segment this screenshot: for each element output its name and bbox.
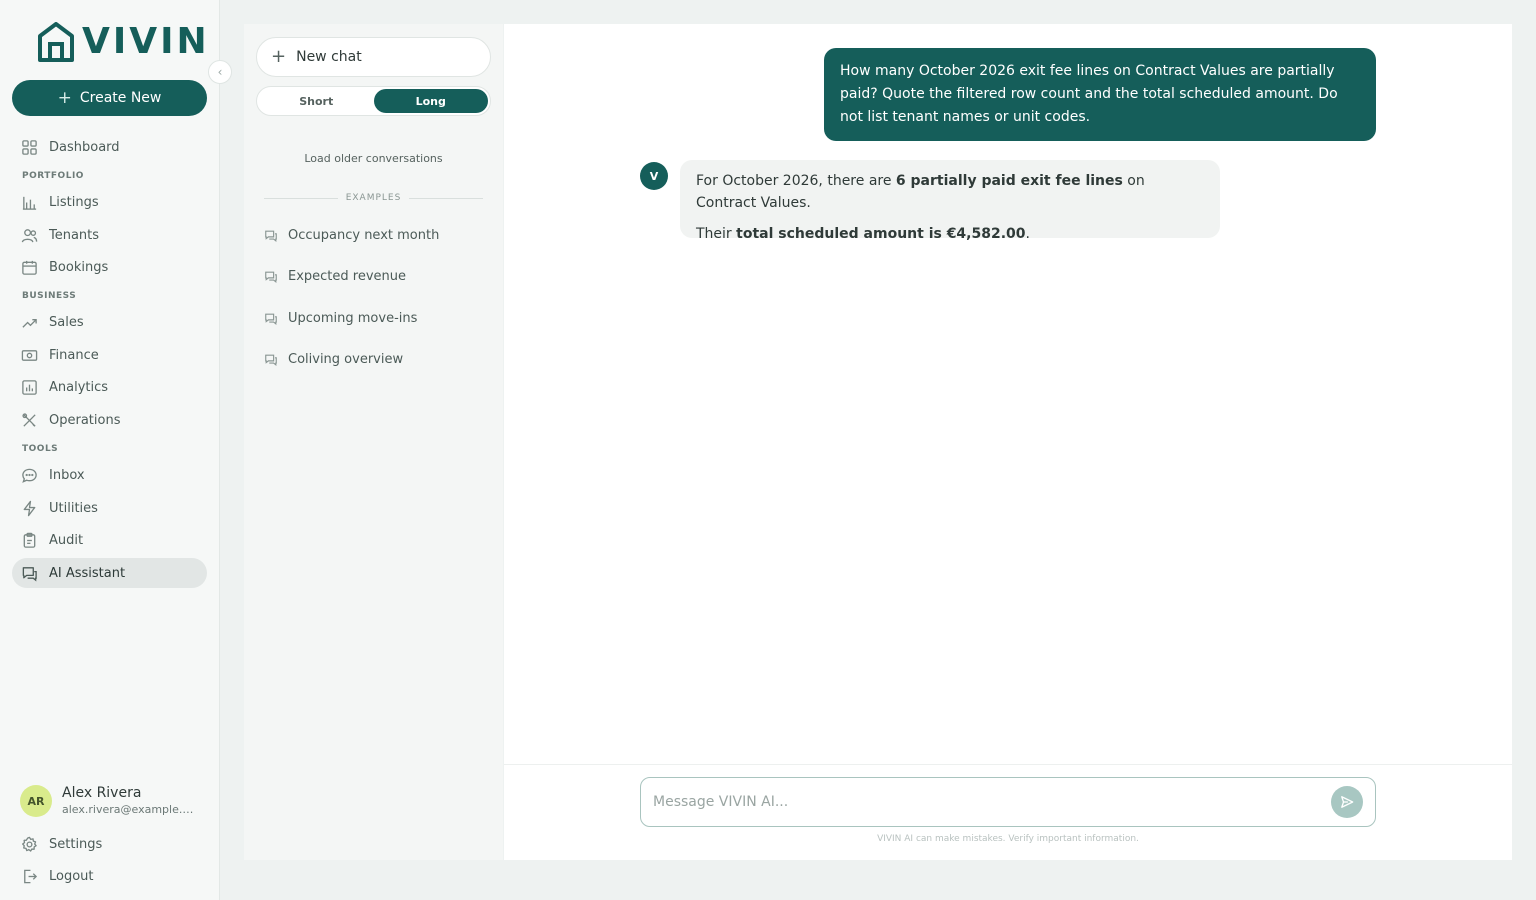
users-icon: [21, 228, 38, 242]
section-label-tools: TOOLS: [22, 444, 59, 454]
section-label-portfolio: PORTFOLIO: [22, 171, 84, 181]
message-composer: [640, 777, 1376, 827]
assistant-message: For October 2026, there are 6 partially …: [680, 160, 1220, 242]
toggle-short[interactable]: Short: [259, 89, 374, 113]
sidebar-item-label: Listings: [49, 194, 99, 210]
new-chat-button[interactable]: + New chat: [256, 37, 491, 77]
plus-icon: +: [57, 87, 72, 108]
sidebar-item-sales[interactable]: Sales: [12, 307, 207, 337]
chat-icon: [265, 271, 277, 283]
sidebar-item-label: Analytics: [49, 379, 109, 395]
user-name: Alex Rivera: [62, 785, 142, 801]
collapse-sidebar-button[interactable]: ‹: [208, 60, 232, 84]
composer-divider: [504, 764, 1512, 765]
user-message: How many October 2026 exit fee lines on …: [824, 48, 1376, 141]
example-prompt[interactable]: Expected revenue: [264, 269, 406, 284]
settings-link[interactable]: Settings: [12, 829, 207, 859]
create-new-label: Create New: [79, 90, 162, 106]
grid-icon: [22, 139, 37, 155]
lightning-icon: [23, 500, 36, 516]
sidebar-item-label: AI Assistant: [49, 565, 126, 581]
house-logo-icon: [38, 22, 74, 62]
sidebar-item-label: Utilities: [49, 500, 98, 516]
message-input[interactable]: [653, 794, 1331, 810]
sidebar-item-label: Operations: [49, 412, 121, 428]
chat-icon: [265, 354, 277, 366]
banknote-icon: [21, 349, 38, 361]
section-label-business: BUSINESS: [22, 291, 77, 301]
assistant-avatar: V: [640, 162, 668, 190]
bar-chart-icon: [22, 379, 37, 395]
gear-icon: [22, 836, 37, 852]
example-prompt[interactable]: Occupancy next month: [264, 228, 439, 243]
sidebar-item-audit[interactable]: Audit: [12, 525, 207, 555]
sidebar-item-bookings[interactable]: Bookings: [12, 252, 207, 282]
example-prompt[interactable]: Coliving overview: [264, 352, 403, 367]
sidebar-item-ai-assistant[interactable]: AI Assistant: [12, 558, 207, 588]
logout-link[interactable]: Logout: [12, 861, 207, 891]
toggle-long[interactable]: Long: [373, 89, 488, 113]
tools-icon: [22, 412, 36, 427]
sidebar-item-operations[interactable]: Operations: [12, 405, 207, 435]
sidebar-item-utilities[interactable]: Utilities: [12, 493, 207, 523]
sidebar-item-label: Audit: [49, 532, 84, 548]
sidebar: VIVIN + Create New Dashboard PORTFOLIO L…: [0, 0, 220, 900]
sidebar-item-finance[interactable]: Finance: [12, 340, 207, 370]
sidebar-item-analytics[interactable]: Analytics: [12, 372, 207, 402]
logout-label: Logout: [49, 868, 94, 884]
brand-logo[interactable]: VIVIN: [36, 22, 210, 62]
sidebar-item-inbox[interactable]: Inbox: [12, 460, 207, 490]
response-length-toggle: Short Long: [256, 86, 491, 116]
chat-icon: [265, 230, 277, 242]
sidebar-item-label: Finance: [49, 347, 99, 363]
examples-divider: EXAMPLES: [264, 193, 483, 203]
chat-icon: [265, 313, 277, 325]
plus-icon: +: [271, 46, 287, 67]
send-button[interactable]: [1331, 786, 1363, 818]
examples-label: EXAMPLES: [345, 193, 402, 203]
user-email: alex.rivera@example.com: [62, 803, 198, 816]
sidebar-item-listings[interactable]: Listings: [12, 187, 207, 217]
sidebar-item-label: Tenants: [49, 227, 100, 243]
assistant-message-line-1: For October 2026, there are 6 partially …: [696, 173, 1145, 211]
avatar: AR: [20, 785, 52, 817]
logout-icon: [24, 869, 38, 883]
sidebar-item-label: Inbox: [49, 467, 85, 483]
building-chart-icon: [22, 196, 37, 210]
example-prompt[interactable]: Upcoming move-ins: [264, 311, 417, 326]
sidebar-item-dashboard[interactable]: Dashboard: [12, 132, 207, 162]
chat-bubble-icon: [22, 468, 37, 483]
sidebar-item-label: Sales: [49, 314, 84, 330]
calendar-icon: [22, 260, 37, 275]
assistant-message-line-2: Their total scheduled amount is €4,582.0…: [696, 226, 1030, 242]
create-new-button[interactable]: + Create New: [12, 80, 207, 116]
sidebar-item-label: Dashboard: [49, 139, 120, 155]
chat-history-panel: + New chat Short Long Load older convers…: [244, 24, 503, 860]
new-chat-label: New chat: [296, 49, 362, 65]
user-profile[interactable]: AR Alex Rivera alex.rivera@example.com: [20, 784, 198, 818]
disclaimer: VIVIN AI can make mistakes. Verify impor…: [877, 834, 1139, 844]
chat-main: How many October 2026 exit fee lines on …: [504, 24, 1512, 860]
chevron-left-icon: ‹: [217, 65, 223, 79]
send-icon: [1341, 796, 1354, 808]
trending-up-icon: [22, 318, 37, 328]
ai-chat-icon: [22, 566, 37, 581]
load-older-conversations[interactable]: Load older conversations: [244, 152, 503, 165]
brand-name: VIVIN: [82, 21, 210, 62]
clipboard-icon: [23, 532, 36, 548]
settings-label: Settings: [49, 836, 103, 852]
sidebar-item-label: Bookings: [49, 259, 109, 275]
sidebar-item-tenants[interactable]: Tenants: [12, 220, 207, 250]
